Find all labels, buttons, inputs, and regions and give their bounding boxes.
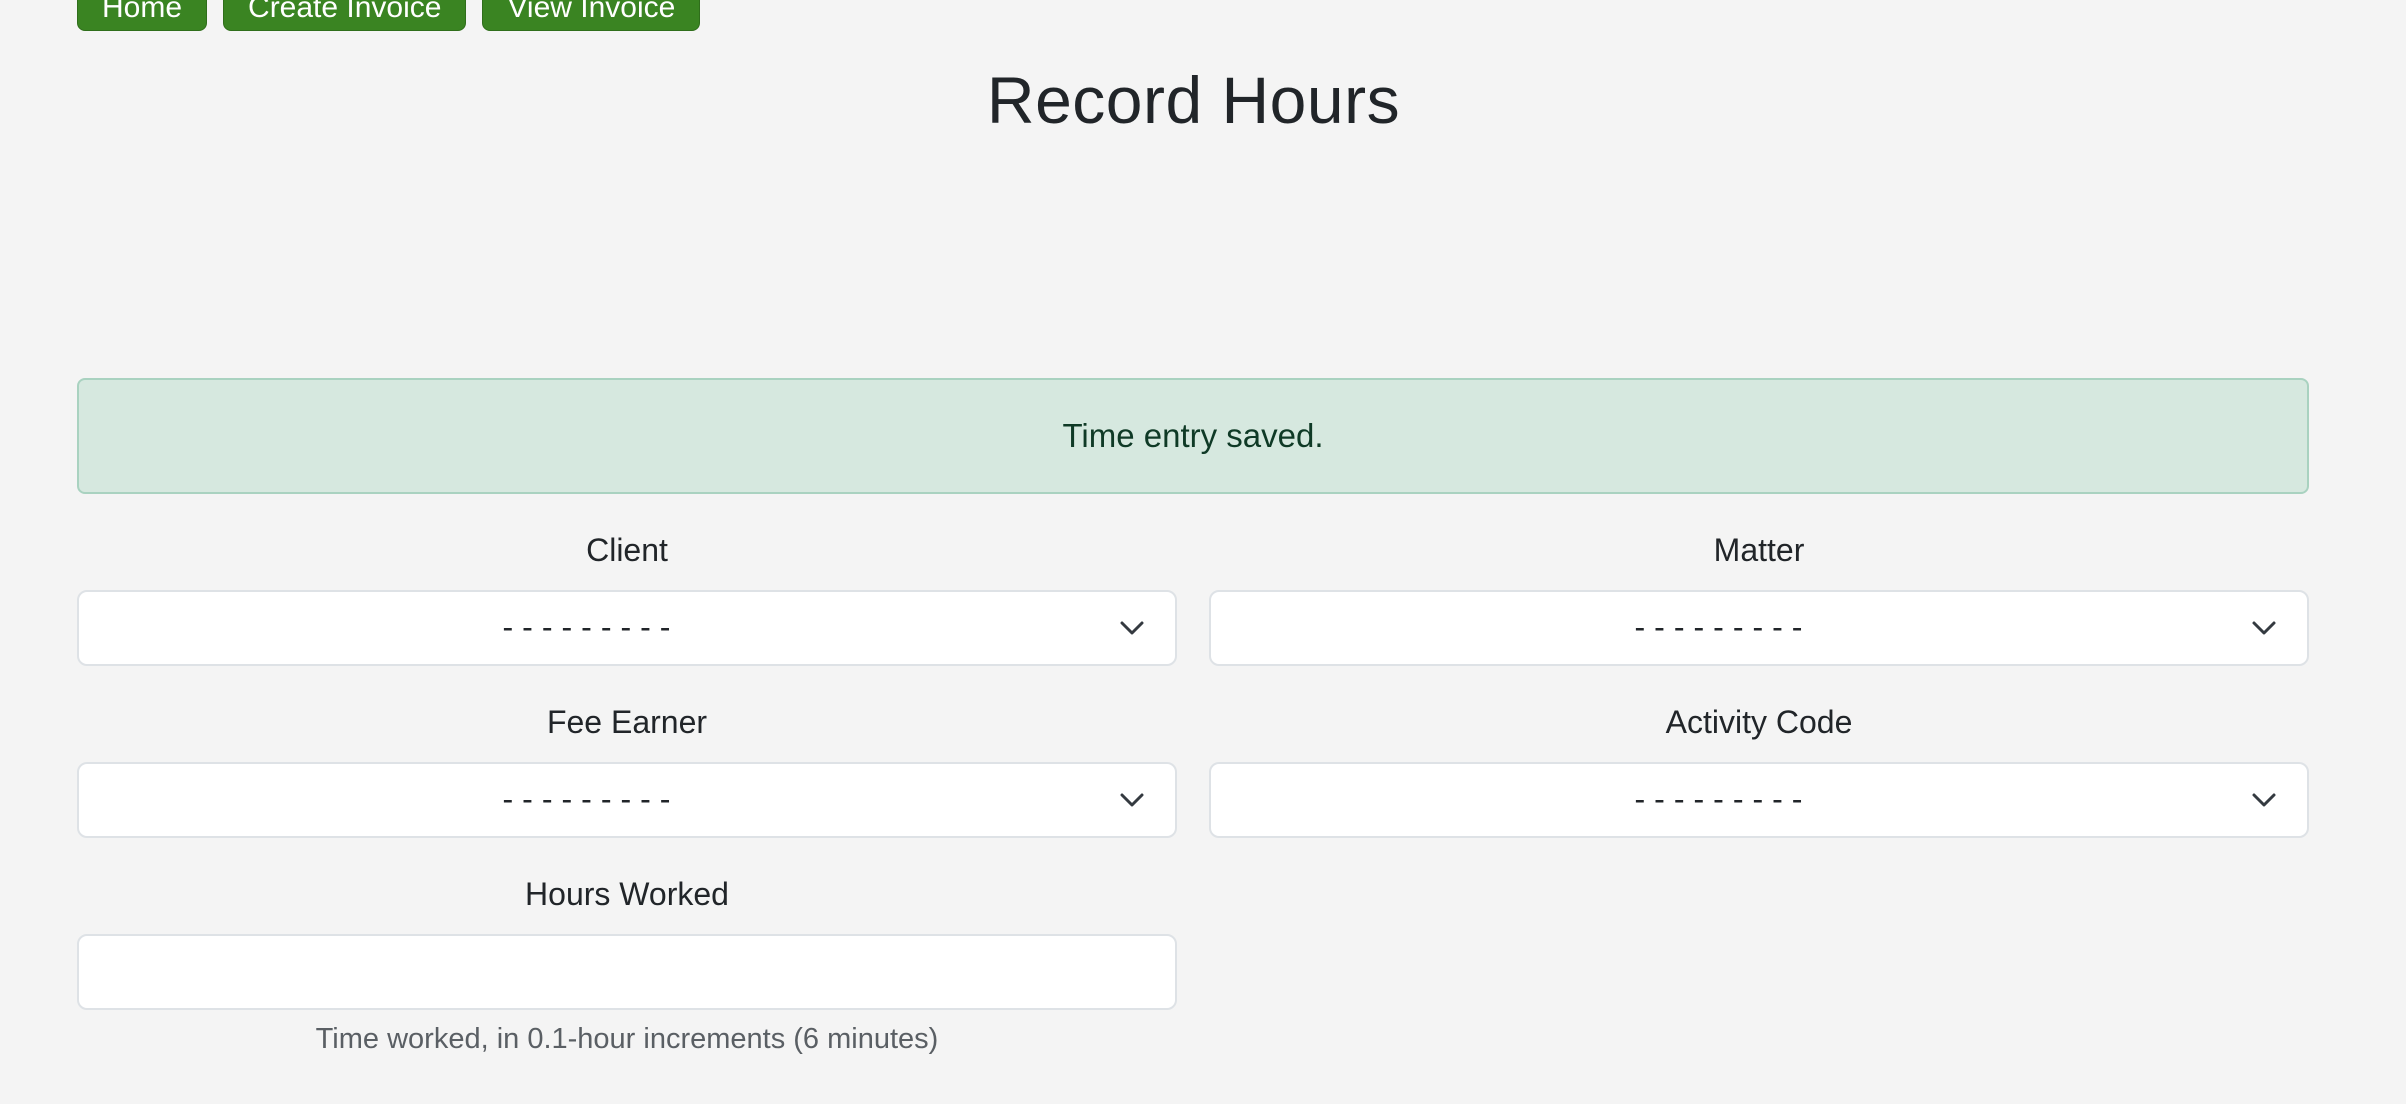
fee-earner-select-value: --------- — [498, 782, 676, 818]
hours-worked-label: Hours Worked — [525, 876, 729, 912]
fee-earner-label: Fee Earner — [546, 704, 708, 740]
chevron-down-icon — [1120, 793, 1144, 807]
hours-worked-input[interactable] — [77, 934, 1177, 1010]
client-select[interactable]: --------- — [77, 590, 1177, 666]
home-button[interactable]: Home — [77, 0, 208, 31]
top-nav: Home Create Invoice View Invoice — [77, 0, 701, 31]
chevron-down-icon — [1120, 621, 1144, 635]
chevron-down-icon — [2252, 621, 2276, 635]
success-alert: Time entry saved. — [77, 378, 2309, 494]
matter-select-value: --------- — [1630, 610, 1808, 646]
fee-earner-select[interactable]: --------- — [77, 762, 1177, 838]
activity-code-label: Activity Code — [1665, 704, 1853, 740]
client-select-value: --------- — [498, 610, 676, 646]
activity-code-select[interactable]: --------- — [1209, 762, 2309, 838]
client-label: Client — [586, 532, 668, 568]
matter-label: Matter — [1713, 532, 1805, 568]
page-title: Record Hours — [986, 63, 1401, 137]
chevron-down-icon — [2252, 793, 2276, 807]
view-invoice-button[interactable]: View Invoice — [482, 0, 701, 31]
hours-worked-help-text: Time worked, in 0.1-hour increments (6 m… — [315, 1023, 939, 1055]
activity-code-select-value: --------- — [1630, 782, 1808, 818]
matter-select[interactable]: --------- — [1209, 590, 2309, 666]
create-invoice-button[interactable]: Create Invoice — [223, 0, 467, 31]
alert-message: Time entry saved. — [1062, 417, 1324, 454]
